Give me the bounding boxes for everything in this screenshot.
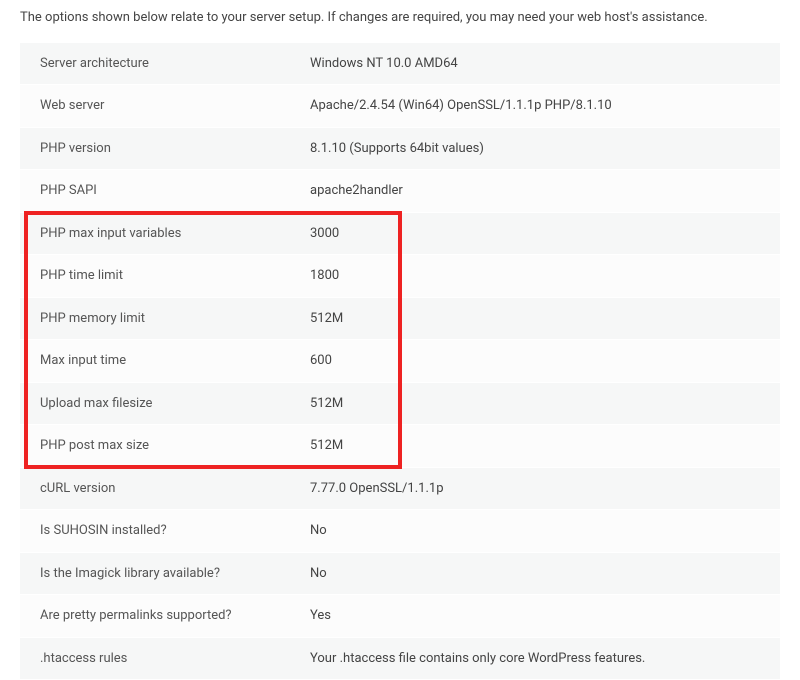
table-row: Is SUHOSIN installed?No [20,510,780,553]
table-row: cURL version7.77.0 OpenSSL/1.1.1p [20,468,780,511]
row-value: 7.77.0 OpenSSL/1.1.1p [310,481,780,496]
row-label: Is the Imagick library available? [20,566,310,581]
table-row: Max input time600 [20,340,780,383]
row-value: Windows NT 10.0 AMD64 [310,56,780,71]
row-label: Are pretty permalinks supported? [20,608,310,623]
intro-text: The options shown below relate to your s… [20,8,780,28]
row-label: PHP max input variables [20,226,310,241]
row-value: No [310,566,780,581]
row-label: Max input time [20,353,310,368]
table-row: Are pretty permalinks supported?Yes [20,595,780,638]
row-value: Apache/2.4.54 (Win64) OpenSSL/1.1.1p PHP… [310,98,780,113]
row-value: 8.1.10 (Supports 64bit values) [310,141,780,156]
table-row: .htaccess rulesYour .htaccess file conta… [20,638,780,680]
table-row: Is the Imagick library available?No [20,553,780,596]
table-row: PHP time limit1800 [20,255,780,298]
server-info-table-wrapper: Server architectureWindows NT 10.0 AMD64… [20,43,780,680]
table-row: Upload max filesize512M [20,383,780,426]
row-value: 512M [310,396,780,411]
row-value: Your .htaccess file contains only core W… [310,651,780,666]
row-value: 512M [310,438,780,453]
row-value: apache2handler [310,183,780,198]
row-value: Yes [310,608,780,623]
row-label: Server architecture [20,56,310,71]
table-row: Web serverApache/2.4.54 (Win64) OpenSSL/… [20,85,780,128]
server-info-table: Server architectureWindows NT 10.0 AMD64… [20,43,780,680]
row-label: PHP memory limit [20,311,310,326]
table-row: Server architectureWindows NT 10.0 AMD64 [20,43,780,86]
row-label: PHP time limit [20,268,310,283]
row-value: 512M [310,311,780,326]
table-row: PHP SAPIapache2handler [20,170,780,213]
row-value: 600 [310,353,780,368]
table-row: PHP version8.1.10 (Supports 64bit values… [20,128,780,171]
row-label: Upload max filesize [20,396,310,411]
row-label: PHP version [20,141,310,156]
row-label: cURL version [20,481,310,496]
row-value: No [310,523,780,538]
row-value: 3000 [310,226,780,241]
table-row: PHP memory limit512M [20,298,780,341]
row-label: .htaccess rules [20,651,310,666]
row-label: Is SUHOSIN installed? [20,523,310,538]
table-row: PHP max input variables3000 [20,213,780,256]
row-label: PHP post max size [20,438,310,453]
row-label: Web server [20,98,310,113]
table-row: PHP post max size512M [20,425,780,468]
row-value: 1800 [310,268,780,283]
row-label: PHP SAPI [20,183,310,198]
